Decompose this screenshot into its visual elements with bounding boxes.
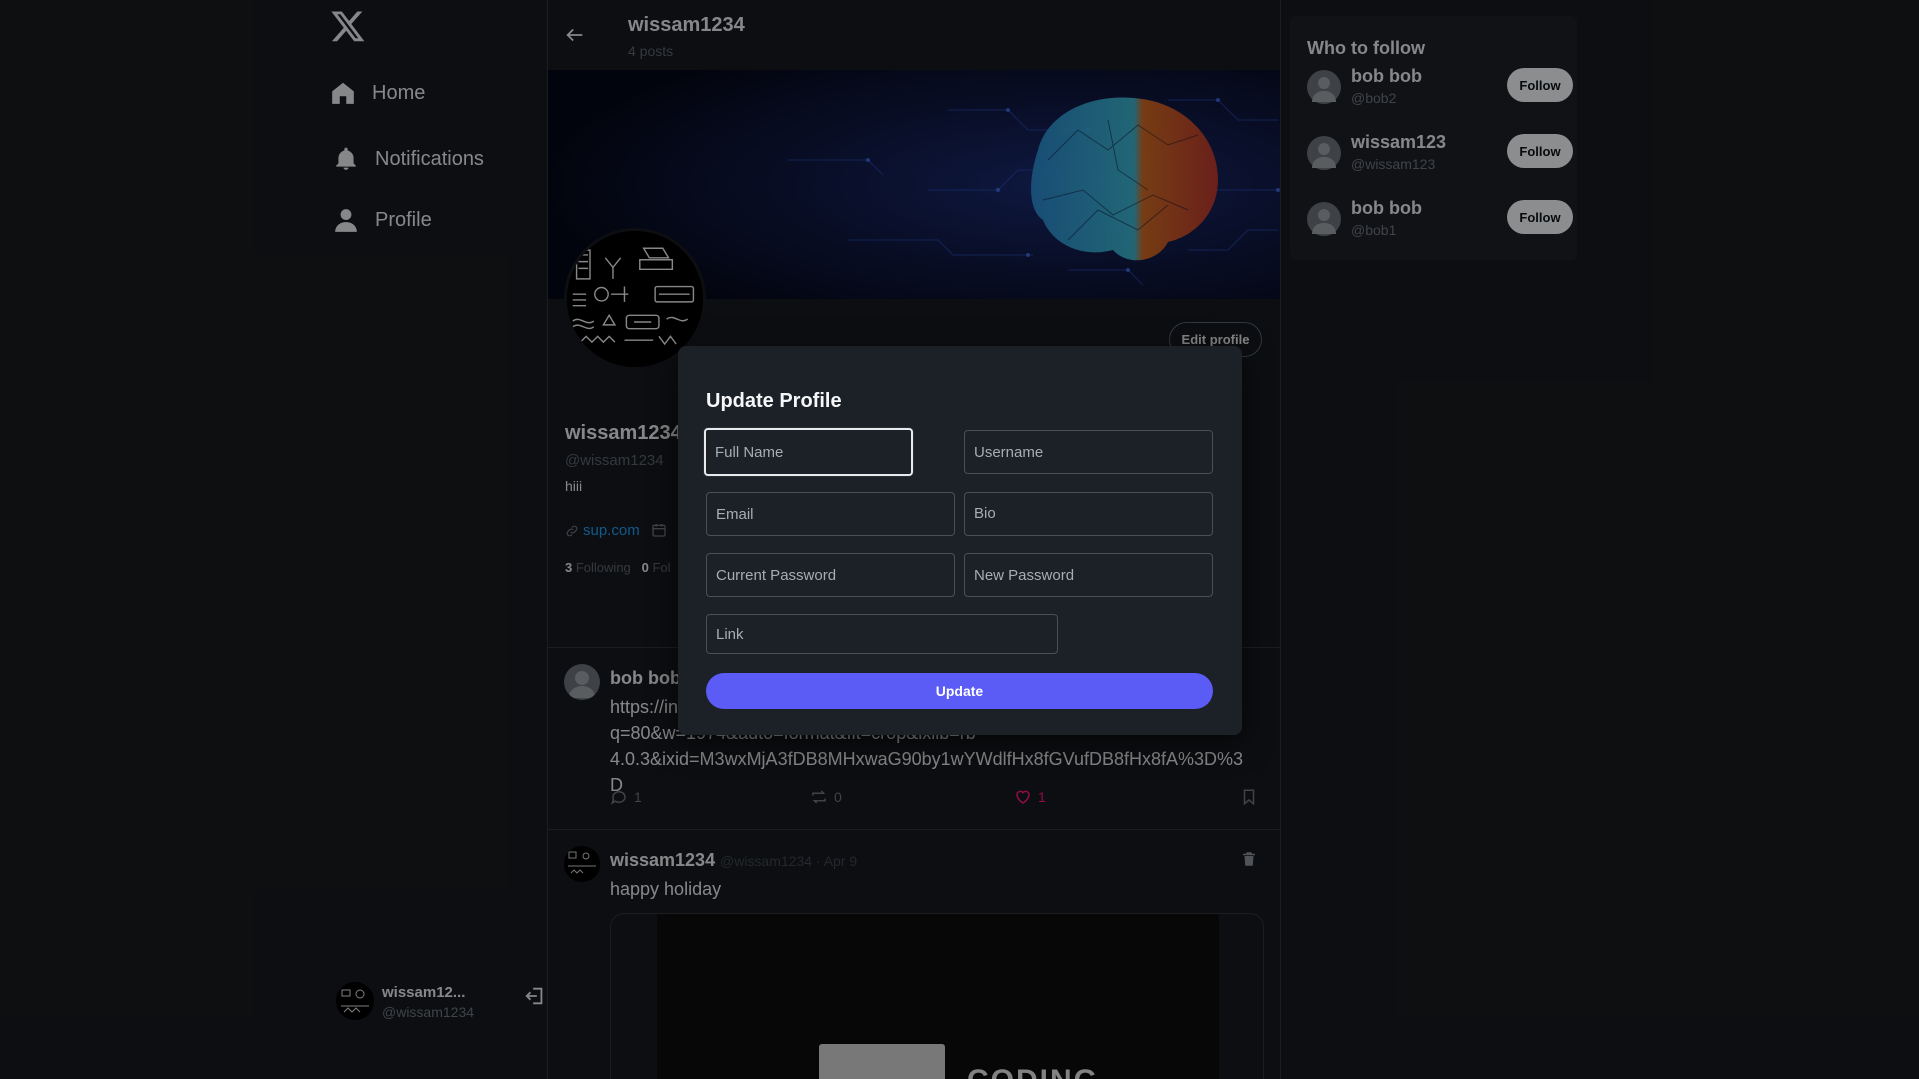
new-password-input[interactable] xyxy=(964,553,1213,597)
dialog-title: Update Profile xyxy=(706,390,842,412)
bio-textarea[interactable] xyxy=(964,492,1213,536)
update-profile-dialog: Update Profile Update xyxy=(678,346,1242,735)
current-password-input[interactable] xyxy=(706,553,955,597)
update-button[interactable]: Update xyxy=(706,673,1213,709)
link-input[interactable] xyxy=(706,614,1058,654)
full-name-input[interactable] xyxy=(704,428,913,476)
app-page: Home Notifications Profile wissam12... @… xyxy=(0,0,1919,1079)
username-input[interactable] xyxy=(964,430,1213,474)
email-input[interactable] xyxy=(706,492,955,536)
